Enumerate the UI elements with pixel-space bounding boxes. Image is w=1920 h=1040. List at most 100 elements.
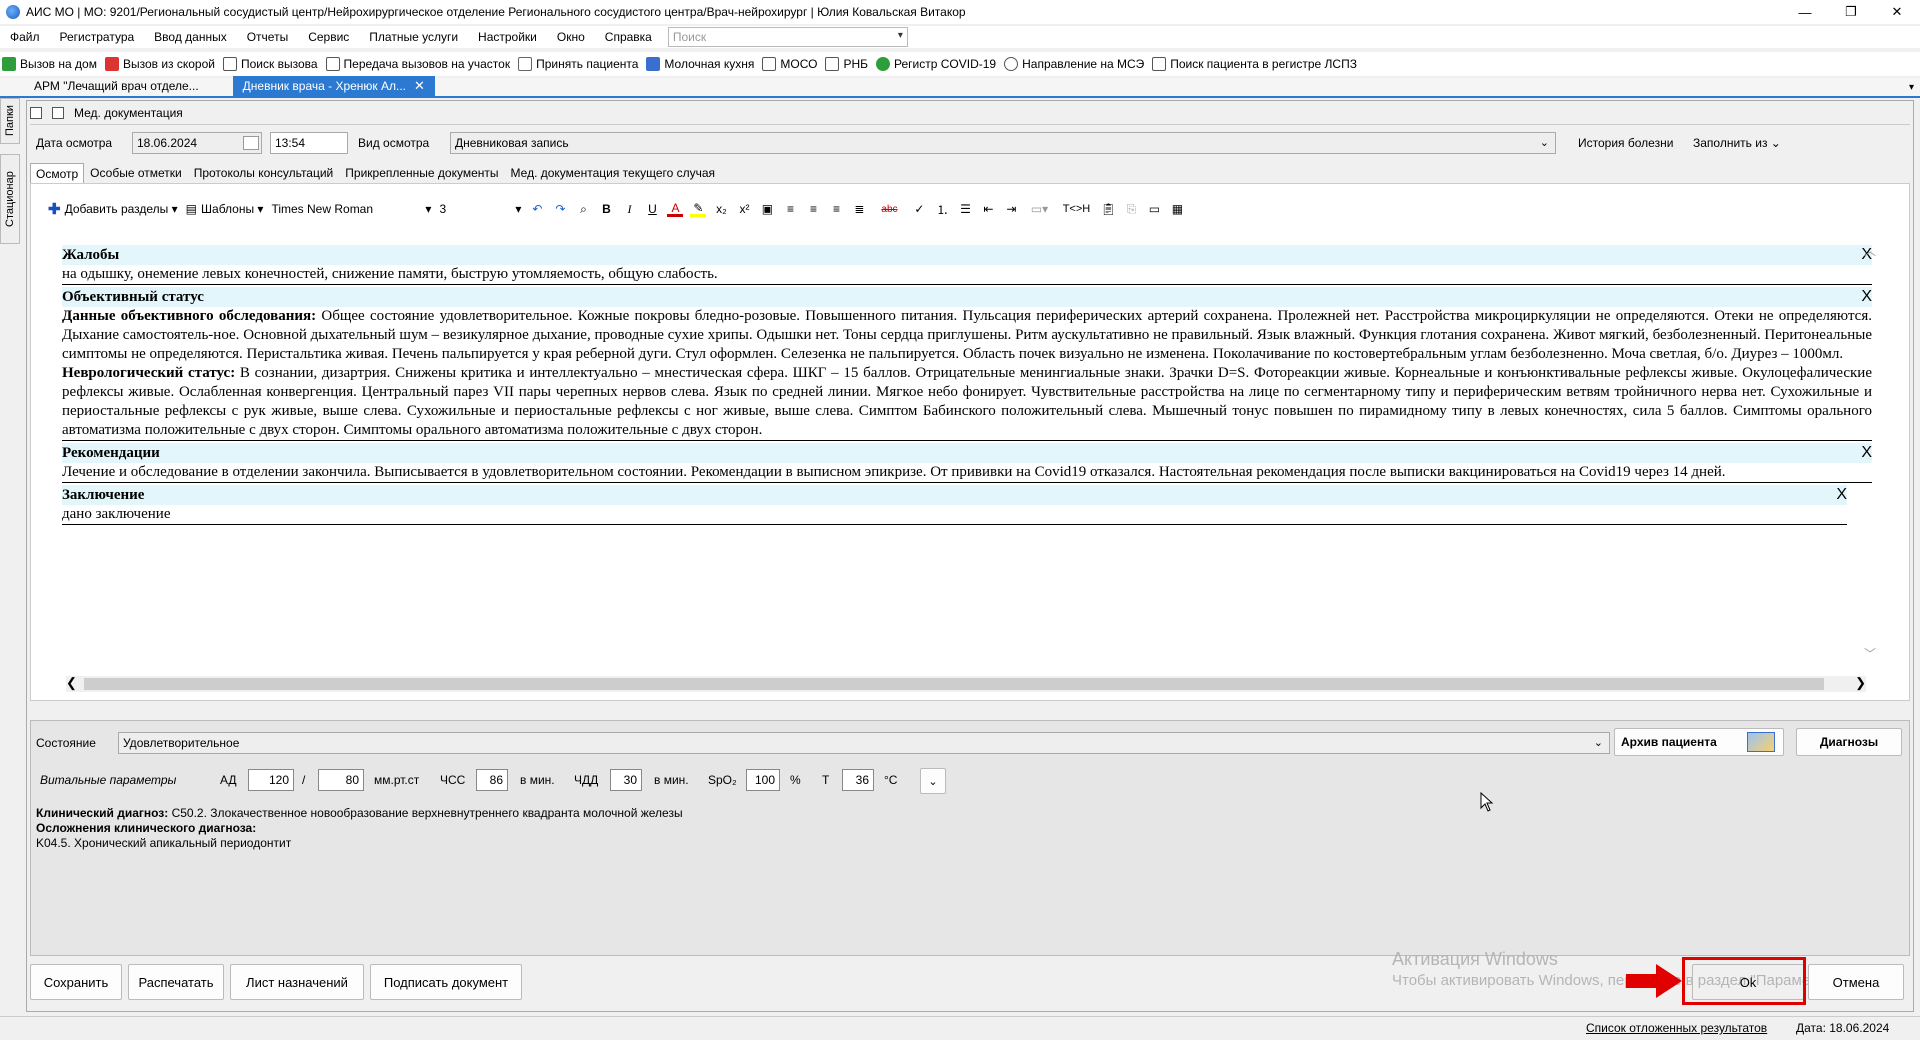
remove-section-icon[interactable]: X — [1836, 485, 1847, 505]
bullet-list-icon[interactable]: ☰ — [957, 201, 973, 217]
spellcheck-icon[interactable]: ✓ — [911, 201, 927, 217]
minimize-button[interactable]: — — [1782, 0, 1828, 24]
save-button[interactable]: Сохранить — [30, 964, 122, 1000]
print-button[interactable]: Распечатать — [128, 964, 224, 1000]
state-select[interactable]: Удовлетворительное ⌄ — [118, 732, 1610, 754]
redo-icon[interactable]: ↷ — [552, 201, 568, 217]
horizontal-scrollbar[interactable]: ❮ ❯ — [66, 675, 1866, 692]
subscript-icon[interactable]: x₂ — [713, 201, 729, 217]
menu-window[interactable]: Окно — [547, 30, 595, 44]
toolbar-ambulance-call[interactable]: Вызов из скорой — [103, 57, 221, 71]
align-left-icon[interactable]: ≡ — [782, 201, 798, 217]
toolbar-mse-referral[interactable]: Направление на МСЭ — [1002, 57, 1150, 71]
underline-icon[interactable]: U — [644, 201, 660, 217]
section-body-recommendations[interactable]: Лечение и обследование в отделении закон… — [62, 463, 1872, 483]
sign-document-button[interactable]: Подписать документ — [370, 964, 522, 1000]
menu-service[interactable]: Сервис — [298, 30, 359, 44]
indent-icon[interactable]: ⇥ — [1003, 201, 1019, 217]
toolbar-rnb[interactable]: РНБ — [823, 57, 874, 71]
search-input[interactable]: Поиск ▾ — [667, 27, 908, 47]
section-body-conclusion[interactable]: дано заключение — [62, 505, 1847, 525]
med-docs-label[interactable]: Мед. документация — [74, 106, 183, 120]
scroll-down-icon[interactable]: ﹀ — [1864, 645, 1876, 662]
chevron-down-icon[interactable]: ▾ — [898, 30, 903, 41]
cancel-button[interactable]: Отмена — [1808, 964, 1904, 1000]
tab-current-case-docs[interactable]: Мед. документация текущего случая — [505, 163, 722, 183]
font-select[interactable]: Times New Roman ▾ — [271, 202, 431, 216]
paste-icon[interactable]: ⎘ — [1123, 201, 1139, 217]
insert-image-icon[interactable]: ▣ — [759, 201, 775, 217]
toolbar-covid-register[interactable]: Регистр COVID-19 — [874, 57, 1002, 71]
toolbar-accept-patient[interactable]: Принять пациента — [516, 57, 644, 71]
tab-attached-docs[interactable]: Прикрепленные документы — [339, 163, 504, 183]
strikethrough-icon[interactable]: abc — [874, 201, 904, 217]
temp-input[interactable]: 36 — [842, 769, 874, 791]
highlight-icon[interactable]: ✎ — [690, 201, 707, 217]
diagnoses-button[interactable]: Диагнозы — [1796, 728, 1902, 756]
menu-help[interactable]: Справка — [595, 30, 662, 44]
document-content[interactable]: Жалобы X на одышку, онемение левых конечн… — [62, 245, 1872, 527]
fill-from-dropdown[interactable]: Заполнить из ⌄ — [1693, 136, 1781, 150]
hr-input[interactable]: 86 — [476, 769, 508, 791]
superscript-icon[interactable]: x² — [736, 201, 752, 217]
close-window-button[interactable]: ✕ — [1874, 0, 1920, 24]
tab-doctor-diary[interactable]: Дневник врача - Хренюк Ал... ✕ — [232, 76, 435, 96]
clipboard-icon[interactable]: 📋︎ — [1100, 201, 1116, 217]
field-icon[interactable]: ▭ — [1146, 201, 1162, 217]
vertical-scrollbar[interactable]: ︿ ﹀ — [1862, 242, 1878, 662]
spo2-input[interactable]: 100 — [746, 769, 780, 791]
calendar-icon[interactable] — [243, 136, 259, 150]
bold-icon[interactable]: B — [598, 201, 614, 217]
toolbar-transfer-calls[interactable]: Передача вызовов на участок — [324, 57, 517, 71]
toolbar-milk-kitchen[interactable]: Молочная кухня — [644, 57, 760, 71]
find-icon[interactable]: ⌕ — [575, 201, 591, 217]
chevron-down-icon[interactable]: ▾ — [1909, 82, 1914, 93]
menu-paid-services[interactable]: Платные услуги — [359, 30, 468, 44]
font-color-icon[interactable]: A — [667, 201, 684, 217]
table-style-icon[interactable]: ▭▾ — [1026, 201, 1052, 217]
section-body-complaints[interactable]: на одышку, онемение левых конечностей, с… — [62, 265, 1872, 285]
undo-icon[interactable]: ↶ — [529, 201, 545, 217]
menu-file[interactable]: Файл — [0, 30, 50, 44]
menu-reports[interactable]: Отчеты — [237, 30, 298, 44]
numbered-list-icon[interactable]: ⒈ — [934, 201, 950, 217]
scroll-left-icon[interactable]: ❮ — [66, 675, 77, 691]
templates-button[interactable]: ▤ Шаблоны ▾ — [186, 202, 264, 216]
tab-arm[interactable]: АРМ "Лечащий врач отделе... — [24, 76, 209, 96]
outdent-icon[interactable]: ⇤ — [980, 201, 996, 217]
bp-diastolic-input[interactable]: 80 — [318, 769, 364, 791]
print-icon[interactable] — [30, 107, 42, 119]
menu-registry[interactable]: Регистратура — [50, 30, 145, 44]
table-icon[interactable]: ▦ — [1169, 201, 1185, 217]
maximize-button[interactable]: ❐ — [1828, 0, 1874, 24]
toolbar-home-call[interactable]: Вызов на дом — [0, 57, 103, 71]
exam-date-field[interactable]: 18.06.2024 — [132, 132, 262, 154]
deferred-results-link[interactable]: Список отложенных результатов — [1586, 1021, 1767, 1035]
exam-time-field[interactable]: 13:54 — [270, 132, 348, 154]
scrollbar-thumb[interactable] — [84, 678, 1824, 690]
align-right-icon[interactable]: ≡ — [828, 201, 844, 217]
toolbar-moso[interactable]: МОСО — [760, 57, 823, 71]
rr-input[interactable]: 30 — [610, 769, 642, 791]
tab-consult-protocols[interactable]: Протоколы консультаций — [188, 163, 340, 183]
toolbar-search-call[interactable]: Поиск вызова — [221, 57, 324, 71]
orders-sheet-button[interactable]: Лист назначений — [230, 964, 364, 1000]
tab-exam[interactable]: Осмотр — [30, 163, 85, 183]
section-body-objective-status[interactable]: Данные объективного обследования: Общее … — [62, 307, 1872, 441]
menu-settings[interactable]: Настройки — [468, 30, 547, 44]
expand-vitals-button[interactable]: ⌄ — [920, 768, 946, 794]
options-icon[interactable] — [52, 107, 64, 119]
close-tab-icon[interactable]: ✕ — [414, 78, 425, 94]
size-select[interactable]: 3 ▾ — [439, 202, 521, 216]
bp-systolic-input[interactable]: 120 — [248, 769, 294, 791]
toolbar-lspz-search[interactable]: Поиск пациента в регистре ЛСПЗ — [1150, 57, 1363, 71]
add-sections-button[interactable]: ✚ Добавить разделы ▾ — [48, 200, 178, 218]
align-center-icon[interactable]: ≡ — [805, 201, 821, 217]
menu-data-entry[interactable]: Ввод данных — [144, 30, 237, 44]
align-justify-icon[interactable]: ≣ — [851, 201, 867, 217]
patient-archive-button[interactable]: Архив пациента — [1614, 728, 1784, 756]
tcn-icon[interactable]: T<>H — [1059, 201, 1093, 217]
scroll-up-icon[interactable]: ︿ — [1864, 242, 1876, 259]
exam-type-select[interactable]: Дневниковая запись ⌄ — [450, 132, 1556, 154]
side-tab-folders[interactable]: Папки — [0, 98, 20, 144]
